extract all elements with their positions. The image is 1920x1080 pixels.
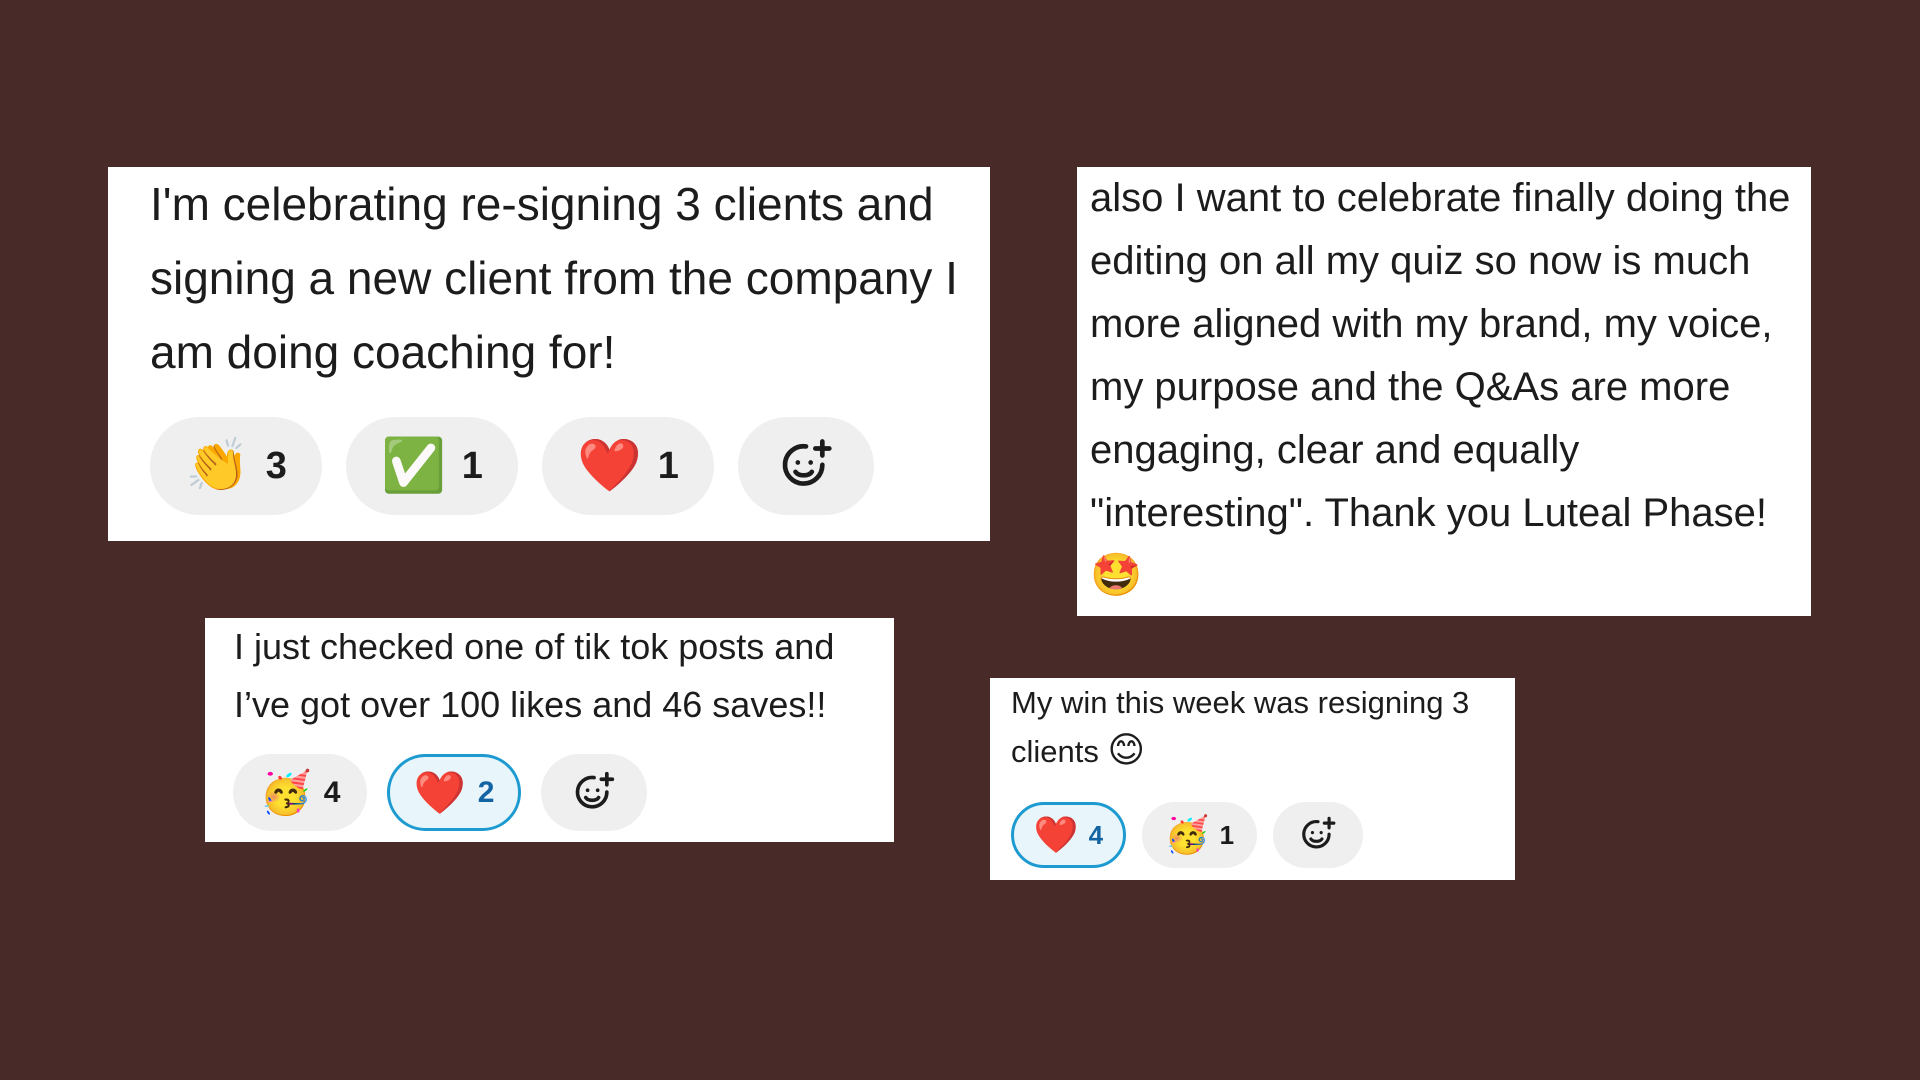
message-card-weekly-win: My win this week was resigning 3 clients… — [990, 678, 1515, 880]
reaction-clap-button[interactable]: 👏 3 — [150, 417, 322, 515]
reaction-heart-button[interactable]: ❤️ 2 — [387, 754, 521, 831]
reaction-party-button[interactable]: 🥳 1 — [1142, 802, 1257, 868]
clapping-hands-icon: 👏 — [185, 437, 250, 495]
message-text: My win this week was resigning 3 clients… — [1011, 678, 1511, 776]
message-body: also I want to celebrate finally doing t… — [1090, 167, 1802, 608]
reaction-count: 1 — [461, 444, 483, 487]
reaction-count: 1 — [1219, 819, 1235, 850]
smiling-face-icon: 😊 — [1107, 729, 1146, 770]
partying-face-icon: 🥳 — [259, 768, 312, 816]
reaction-count: 1 — [657, 444, 679, 487]
message-text-content: also I want to celebrate finally doing t… — [1090, 176, 1791, 535]
reaction-bar: ❤️ 4 🥳 1 — [1011, 802, 1363, 868]
reaction-check-button[interactable]: ✅ 1 — [346, 417, 518, 515]
star-struck-icon: 🤩 — [1090, 551, 1143, 598]
message-text: I just checked one of tik tok posts and … — [234, 626, 835, 725]
reaction-bar: 🥳 4 ❤️ 2 — [233, 754, 647, 831]
reaction-count: 4 — [1088, 819, 1104, 850]
reaction-count: 2 — [477, 775, 495, 809]
message-text: also I want to celebrate finally doing t… — [1090, 167, 1802, 608]
add-reaction-icon — [572, 771, 616, 815]
message-text: I'm celebrating re-signing 3 clients and… — [150, 178, 958, 378]
reaction-party-button[interactable]: 🥳 4 — [233, 754, 367, 831]
reaction-count: 3 — [265, 444, 287, 487]
message-card-quiz: also I want to celebrate finally doing t… — [1077, 167, 1811, 616]
add-reaction-button[interactable] — [738, 417, 874, 515]
add-reaction-button[interactable] — [541, 754, 647, 831]
red-heart-icon: ❤️ — [413, 768, 466, 816]
reaction-bar: 👏 3 ✅ 1 ❤️ 1 — [150, 417, 874, 515]
add-reaction-button[interactable] — [1273, 802, 1363, 868]
add-reaction-icon — [778, 438, 834, 494]
red-heart-icon: ❤️ — [1033, 814, 1079, 855]
message-card-clients: I'm celebrating re-signing 3 clients and… — [108, 167, 990, 541]
partying-face-icon: 🥳 — [1164, 814, 1210, 855]
check-mark-button-icon: ✅ — [381, 437, 446, 495]
message-body: I'm celebrating re-signing 3 clients and… — [150, 167, 990, 389]
message-card-tiktok: I just checked one of tik tok posts and … — [205, 618, 894, 842]
reaction-heart-button[interactable]: ❤️ 4 — [1011, 802, 1126, 868]
message-body: My win this week was resigning 3 clients… — [1011, 678, 1511, 776]
message-text-content: My win this week was resigning 3 clients — [1011, 685, 1470, 769]
add-reaction-icon — [1299, 816, 1337, 854]
message-body: I just checked one of tik tok posts and … — [234, 618, 884, 734]
reaction-heart-button[interactable]: ❤️ 1 — [542, 417, 714, 515]
red-heart-icon: ❤️ — [577, 437, 642, 495]
reaction-count: 4 — [323, 775, 341, 809]
